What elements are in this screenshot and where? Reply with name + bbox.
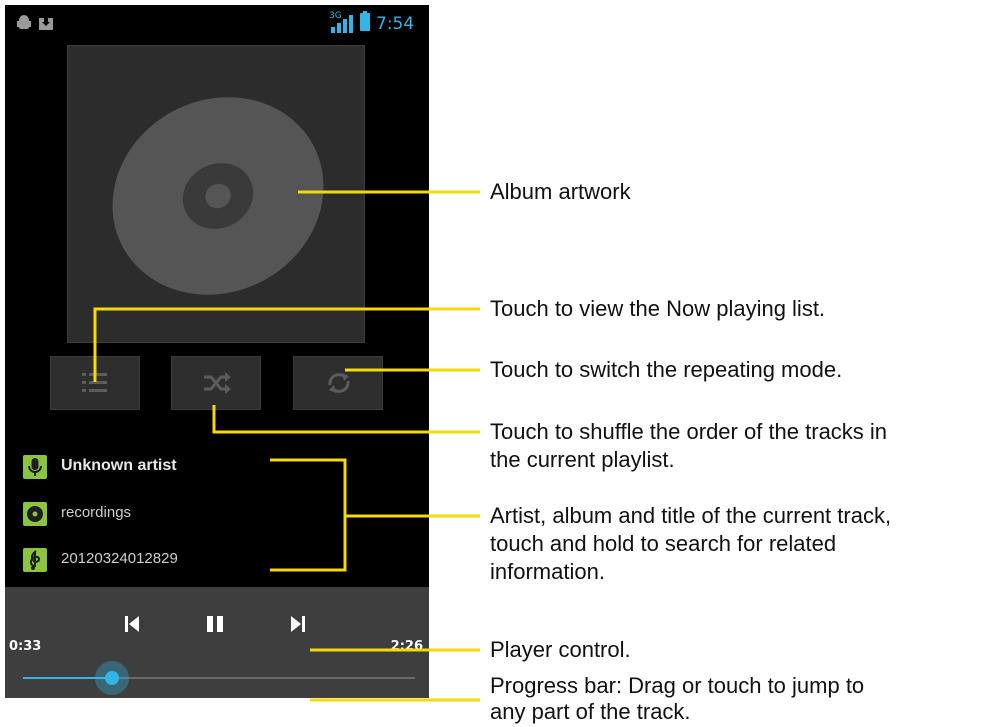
- callout-track-info-2: touch and hold to search for related: [490, 531, 837, 556]
- callout-shuffle-1: Touch to shuffle the order of the tracks…: [490, 419, 888, 444]
- callout-shuffle-2: the current playlist.: [490, 447, 675, 472]
- callout-player-control: Player control.: [490, 637, 631, 662]
- callout-repeat: Touch to switch the repeating mode.: [490, 357, 843, 382]
- callout-now-playing: Touch to view the Now playing list.: [490, 296, 826, 321]
- callout-album-artwork: Album artwork: [490, 179, 631, 204]
- callout-progress-1: Progress bar: Drag or touch to jump to: [490, 673, 865, 698]
- callout-progress-2: any part of the track.: [490, 699, 691, 724]
- callout-track-info-3: information.: [490, 559, 605, 584]
- callout-track-info-1: Artist, album and title of the current t…: [490, 503, 892, 528]
